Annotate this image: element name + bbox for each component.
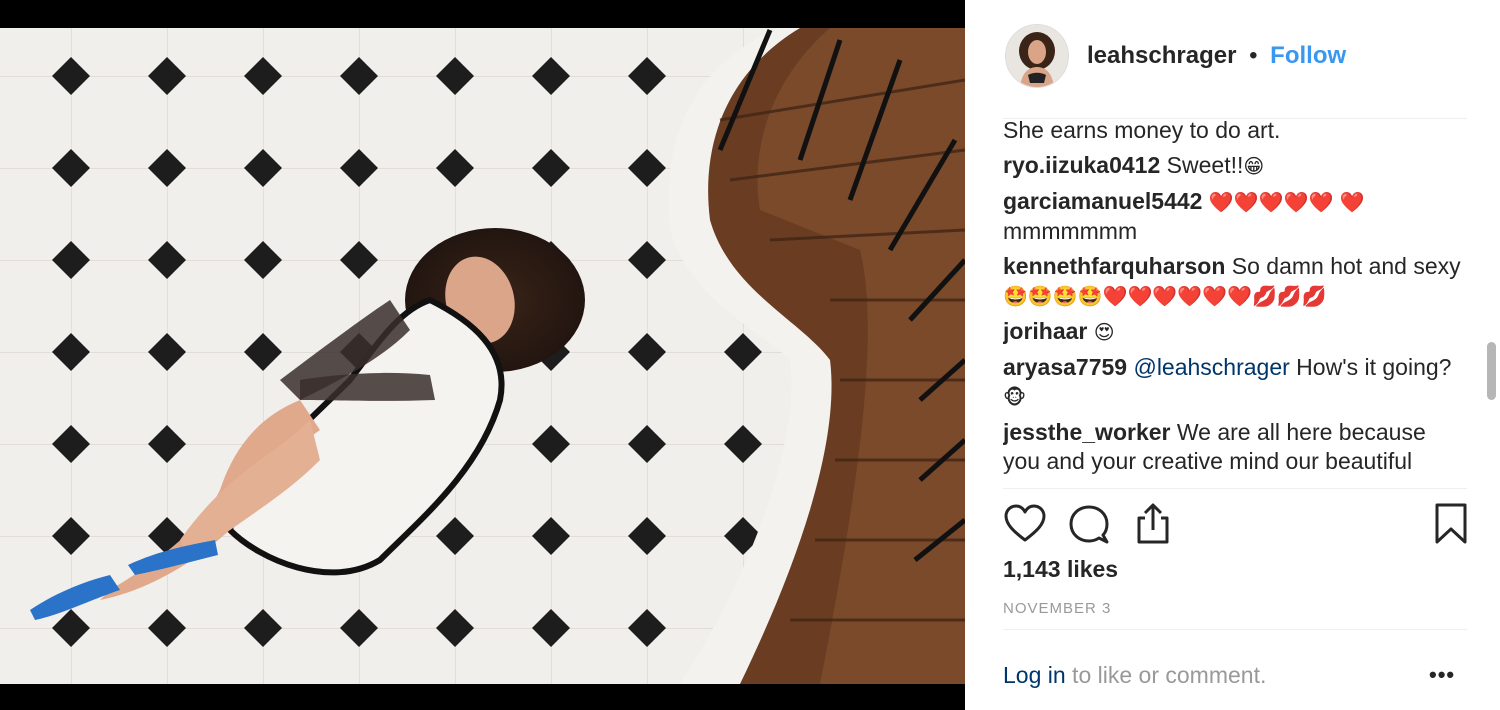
post-username[interactable]: leahschrager [1087,42,1236,69]
comment-item: aryasa7759 @leahschrager How's it going?… [1003,353,1468,412]
share-button[interactable] [1131,502,1175,546]
comment-text: Sweet!! [1160,152,1244,178]
heart-icon [1004,504,1046,542]
comment-item: She earns money to do art. [1003,120,1468,145]
login-link[interactable]: Log in [1003,662,1066,688]
save-button[interactable] [1429,502,1473,546]
username-row: leahschrager • Follow [1087,40,1346,72]
post-panel: leahschrager • Follow She earns money to… [965,0,1500,710]
speech-bubble-icon [1069,505,1109,544]
post-image [0,0,965,710]
like-button[interactable] [1003,502,1047,546]
comment-text: How's it going? [1289,354,1452,380]
comment-username[interactable]: garciamanuel5442 [1003,188,1202,214]
comment-text: She earns money to do art. [1003,120,1281,143]
comments-scrollbar[interactable] [1487,342,1496,400]
comment-mention[interactable]: @leahschrager [1127,354,1289,380]
comment-emoji: 🐵 [1003,385,1027,409]
comment-username[interactable]: aryasa7759 [1003,354,1127,380]
bookmark-icon [1435,503,1467,544]
comment-emoji: 😍 [1093,320,1115,344]
comment-emoji: 😁 [1243,154,1265,178]
post-photo[interactable] [0,0,965,710]
more-options-button[interactable]: ••• [1429,662,1455,688]
avatar-image [1006,25,1068,87]
comment-text: mmmmmmm [1003,218,1138,244]
comments-list[interactable]: She earns money to do art. ryo.iizuka041… [1003,120,1468,487]
avatar[interactable] [1005,24,1069,88]
comment-item: kennethfarquharson So damn hot and sexy … [1003,252,1468,311]
comment-emoji: ❤️❤️❤️❤️❤️ ❤️ [1208,190,1365,214]
comment-item: jorihaar 😍 [1003,317,1468,347]
comment-username[interactable]: kennethfarquharson [1003,253,1225,279]
comment-item: garciamanuel5442 ❤️❤️❤️❤️❤️ ❤️ mmmmmmm [1003,187,1468,246]
comment-item: jessthe_worker We are all here because y… [1003,418,1468,476]
comments-fade [1003,471,1468,487]
post-date[interactable]: NOVEMBER 3 [1003,600,1111,617]
comment-username[interactable]: jorihaar [1003,318,1087,344]
comment-username[interactable]: ryo.iizuka0412 [1003,152,1160,178]
separator-dot: • [1249,42,1258,69]
comment-button[interactable] [1067,502,1111,546]
footer-divider [1003,629,1467,630]
login-rest-text: to like or comment. [1065,662,1267,688]
comment-emoji: 🤩🤩🤩🤩❤️❤️❤️❤️❤️❤️💋💋💋 [1003,284,1327,308]
comment-username[interactable]: jessthe_worker [1003,419,1170,445]
post-header: leahschrager • Follow [965,0,1500,112]
action-bar [1003,500,1473,548]
header-divider [1003,118,1467,119]
comments-divider [1003,488,1467,489]
comment-item: ryo.iizuka0412 Sweet!!😁 [1003,151,1468,181]
follow-button[interactable]: Follow [1270,42,1346,69]
comment-text: So damn hot and sexy [1225,253,1461,279]
share-upload-icon [1137,503,1169,544]
login-prompt: Log in to like or comment. [1003,662,1266,689]
likes-count[interactable]: 1,143 likes [1003,556,1118,583]
